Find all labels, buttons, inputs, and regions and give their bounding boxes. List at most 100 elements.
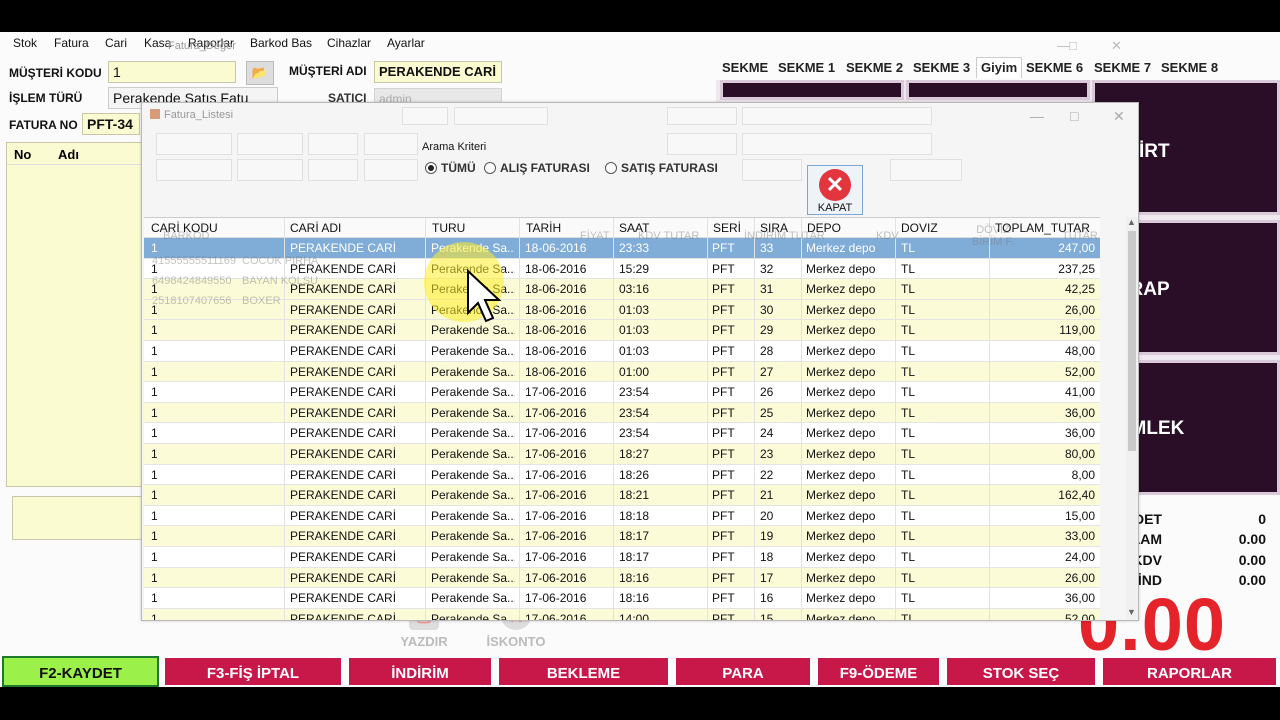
menu-cari[interactable]: Cari (105, 36, 127, 50)
kaydet-button[interactable]: F2-KAYDET (2, 656, 159, 687)
table-cell: 20 (760, 508, 774, 523)
col-tarih[interactable]: TARİH (526, 221, 561, 235)
ghost-box (742, 133, 932, 155)
tab-giyim[interactable]: Giyim (976, 57, 1023, 78)
radio-alis[interactable]: ALIŞ FATURASI (484, 161, 590, 175)
table-cell: PFT (712, 282, 735, 297)
table-row[interactable]: 1PERAKENDE CARİPerakende Sa...18-06-2016… (144, 299, 1100, 321)
bg-maximize-icon: □ (1069, 38, 1077, 53)
grid-scrollbar[interactable]: ▲ ▼ (1126, 217, 1138, 620)
ghost-text: 6498424849550 (152, 275, 232, 287)
grid-header: CARİ KODU CARİ ADI TURU TARİH SAAT SERİ … (144, 218, 1100, 238)
grid-divider (519, 218, 520, 620)
maximize-icon[interactable]: □ (1070, 108, 1078, 124)
table-cell: TL (901, 364, 916, 379)
islem-turu-label: İŞLEM TÜRÜ (9, 91, 83, 105)
menu-ayarlar[interactable]: Ayarlar (387, 36, 425, 50)
table-cell: 23:54 (619, 385, 650, 400)
table-row[interactable]: 1PERAKENDE CARİPerakende Sa...18-06-2016… (144, 320, 1100, 341)
table-row[interactable]: 1PERAKENDE CARİPerakende Sa...18-06-2016… (144, 341, 1100, 362)
table-cell: 17-06-2016 (525, 488, 587, 503)
radio-satis[interactable]: SATIŞ FATURASI (605, 161, 718, 175)
table-row[interactable]: 1 PERAKENDE CARİ Perakende Sa... 17-06-2016… (144, 526, 1100, 547)
menu-barkod-bas[interactable]: Barkod Bas (250, 36, 312, 50)
table-cell: 23:54 (619, 405, 650, 420)
table-row[interactable]: 1 PERAKENDE CARİ Perakende Sa... 17-06-2016… (144, 567, 1100, 589)
table-cell: 18:17 (619, 529, 650, 544)
table-cell: TL (901, 570, 916, 585)
table-row[interactable]: 1 PERAKENDE CARİ Perakende Sa... 17-06-2016… (144, 423, 1100, 444)
para-button[interactable]: PARA (674, 656, 812, 687)
table-cell: 80,00 (1064, 447, 1095, 461)
col-doviz[interactable]: DOVIZ (901, 221, 938, 235)
fis-iptal-button[interactable]: F3-FİŞ İPTAL (163, 656, 343, 687)
close-circle-icon: ✕ (819, 169, 851, 201)
tile-top-1[interactable] (720, 80, 904, 100)
musteri-adi-field[interactable]: PERAKENDE CARİ (374, 61, 502, 83)
table-row[interactable]: 1PERAKENDE CARİPerakende Sa...18-06-2016… (144, 361, 1100, 383)
table-cell: 18-06-2016 (525, 302, 587, 317)
tab-sekme[interactable]: SEKME (722, 60, 768, 75)
table-cell: TL (901, 323, 916, 338)
tile-top-2[interactable] (906, 80, 1090, 100)
stok-sec-button[interactable]: STOK SEÇ (945, 656, 1097, 687)
tab-sekme-8[interactable]: SEKME 8 (1161, 60, 1218, 75)
table-cell: Perakende Sa... (431, 323, 515, 338)
yazdir-label: YAZDIR (400, 634, 448, 649)
note-field[interactable] (12, 496, 142, 540)
table-row[interactable]: 1 PERAKENDE CARİ Perakende Sa... 17-06-2016… (144, 608, 1100, 620)
table-cell: Merkez depo (806, 508, 876, 523)
tab-sekme-7[interactable]: SEKME 7 (1094, 60, 1151, 75)
ghost-box (402, 107, 448, 125)
scroll-thumb[interactable] (1128, 231, 1136, 451)
table-row[interactable]: 1 PERAKENDE CARİ Perakende Sa... 17-06-2016… (144, 382, 1100, 403)
tab-sekme-6[interactable]: SEKME 6 (1026, 60, 1083, 75)
close-icon[interactable]: ✕ (1113, 108, 1125, 125)
musteri-kodu-field[interactable]: 1 (108, 61, 236, 83)
grid-divider (989, 218, 990, 620)
table-cell: Merkez depo (806, 570, 876, 585)
table-cell: PFT (712, 261, 735, 276)
table-cell: 36,00 (1064, 405, 1095, 420)
kapat-button[interactable]: ✕ KAPAT (807, 165, 863, 215)
menu-stok[interactable]: Stok (13, 36, 37, 50)
table-row[interactable]: 1 PERAKENDE CARİ Perakende Sa... 17-06-2016… (144, 444, 1100, 465)
radio-alis-label: ALIŞ FATURASI (500, 161, 590, 175)
table-cell: 17-06-2016 (525, 385, 587, 400)
table-cell: Perakende Sa... (431, 611, 515, 620)
fatura-no-label: FATURA NO (9, 118, 78, 132)
product-list[interactable]: No Adı (6, 142, 146, 487)
table-cell: 33,00 (1064, 529, 1095, 544)
scroll-down-icon[interactable]: ▼ (1127, 607, 1136, 617)
list-col-no: No (14, 147, 32, 162)
raporlar-button[interactable]: RAPORLAR (1101, 656, 1278, 687)
tab-sekme-1[interactable]: SEKME 1 (778, 60, 835, 75)
col-turu[interactable]: TURU (432, 221, 465, 235)
table-row[interactable]: 1 PERAKENDE CARİ Perakende Sa... 17-06-2016… (144, 588, 1100, 609)
table-cell: PERAKENDE CARİ (290, 385, 397, 400)
tab-sekme-2[interactable]: SEKME 2 (846, 60, 903, 75)
table-row[interactable]: 1 PERAKENDE CARİ Perakende Sa... 17-06-2016… (144, 485, 1100, 506)
tab-sekme-3[interactable]: SEKME 3 (913, 60, 970, 75)
ghost-box (237, 159, 303, 181)
table-cell: 18-06-2016 (525, 282, 587, 297)
odeme-button[interactable]: F9-ÖDEME (816, 656, 941, 687)
table-cell: PERAKENDE CARİ (290, 344, 397, 358)
menu-cihazlar[interactable]: Cihazlar (327, 36, 371, 50)
scroll-up-icon[interactable]: ▲ (1127, 217, 1136, 227)
col-seri[interactable]: SERİ (713, 221, 741, 235)
indirim-button[interactable]: İNDİRİM (347, 656, 493, 687)
table-cell: 21 (760, 488, 774, 503)
minimize-icon[interactable]: — (1030, 108, 1044, 124)
menu-fatura[interactable]: Fatura (54, 36, 89, 50)
col-cari-adi[interactable]: CARİ ADI (290, 221, 341, 235)
bekleme-button[interactable]: BEKLEME (497, 656, 670, 687)
table-cell: PFT (712, 385, 735, 400)
customer-search-icon[interactable]: 📂 (246, 61, 274, 85)
table-row[interactable]: 1 PERAKENDE CARİ Perakende Sa... 17-06-2016… (144, 402, 1100, 424)
fatura-no-field[interactable]: PFT-34 (82, 113, 140, 135)
table-row[interactable]: 1 PERAKENDE CARİ Perakende Sa... 17-06-2016… (144, 465, 1100, 486)
table-row[interactable]: 1 PERAKENDE CARİ Perakende Sa... 17-06-2016… (144, 506, 1100, 527)
table-row[interactable]: 1 PERAKENDE CARİ Perakende Sa... 17-06-2016… (144, 547, 1100, 568)
radio-tumu[interactable]: TÜMÜ (425, 161, 476, 175)
